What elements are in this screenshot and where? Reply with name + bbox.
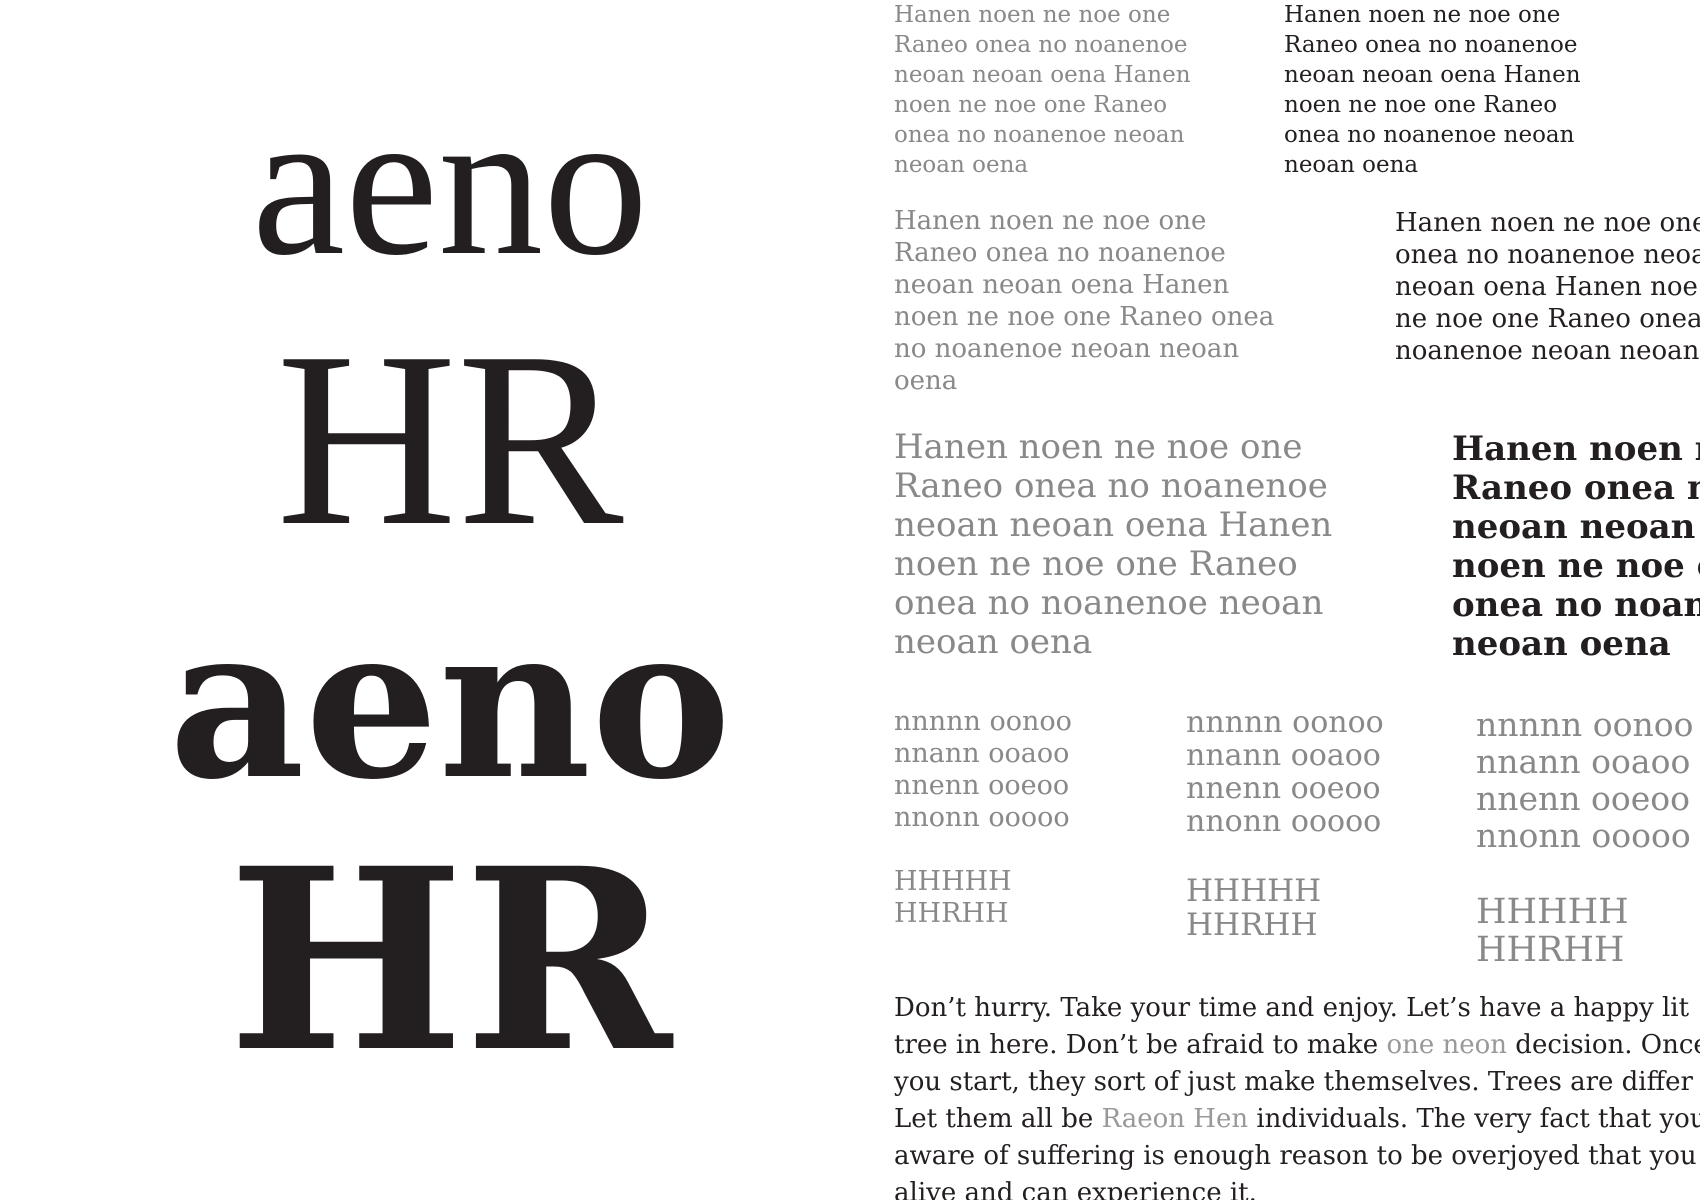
- spacing-uppercase-large: HHHHH HHRHH: [1476, 892, 1629, 970]
- body-line-3: you start, they sort of just make themse…: [894, 1067, 1693, 1097]
- body-line-5: aware of suffering is enough reason to b…: [894, 1141, 1697, 1171]
- body-text: Don’t hurry. Take your time and enjoy. L…: [894, 990, 1700, 1200]
- sample-medium-light: Hanen noen ne noe one Raneo onea no noan…: [894, 206, 1275, 396]
- specimen-page: aeno HR aeno HR Hanen noen ne noe one Ra…: [0, 0, 1700, 1200]
- spacing-lowercase-large: nnnnn oonoo nnann ooaoo nnenn ooeoo nnon…: [1476, 705, 1694, 855]
- body-line-2: tree in here. Don’t be afraid to make on…: [894, 1030, 1700, 1060]
- spacing-uppercase-medium: HHHHH HHRHH: [1186, 873, 1322, 943]
- body-line-1: Don’t hurry. Take your time and enjoy. L…: [894, 993, 1690, 1023]
- spacing-uppercase-small: HHHHH HHRHH: [894, 866, 1012, 929]
- display-bold-lowercase: aeno: [168, 579, 732, 826]
- body-line-4: Let them all be Raeon Hen individuals. T…: [894, 1104, 1700, 1134]
- sample-small-light: Hanen noen ne noe one Raneo onea no noan…: [894, 2, 1191, 178]
- sample-medium-dark: Hanen noen ne noe one onea no noanenoe n…: [1395, 208, 1700, 366]
- sample-large-dark: Hanen noen ne Raneo onea no neoan neoan …: [1452, 429, 1700, 664]
- sample-large-light: Hanen noen ne noe one Raneo onea no noan…: [894, 427, 1333, 662]
- display-light-lowercase: aeno: [251, 67, 649, 299]
- body-line-6: alive and can experience it.: [894, 1178, 1257, 1200]
- sample-small-dark: Hanen noen ne noe one Raneo onea no noan…: [1284, 2, 1581, 178]
- display-light-uppercase: HR: [276, 301, 624, 578]
- display-bold-uppercase: HR: [228, 813, 672, 1107]
- spacing-lowercase-small: nnnnn oonoo nnann ooaoo nnenn ooeoo nnon…: [894, 706, 1072, 833]
- spacing-lowercase-medium: nnnnn oonoo nnann ooaoo nnenn ooeoo nnon…: [1186, 705, 1384, 839]
